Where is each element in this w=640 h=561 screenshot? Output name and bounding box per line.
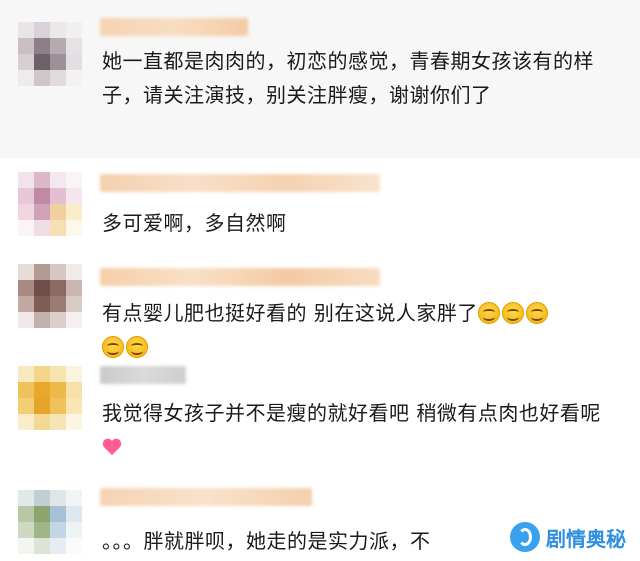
heart-icon (102, 439, 122, 457)
watermark-text: 剧情奥秘 (546, 526, 626, 551)
avatar[interactable] (18, 172, 82, 236)
comment-text: 有点婴儿肥也挺好看的 别在这说人家胖了 (102, 296, 612, 364)
comment-text-body: 有点婴儿肥也挺好看的 别在这说人家胖了 (102, 301, 478, 325)
comment-item: 她一直都是肉肉的，初恋的感觉，青春期女孩该有的样子，请关注演技，别关注胖瘦，谢谢… (0, 0, 640, 158)
username-blurred (100, 488, 312, 506)
logo-icon (510, 522, 540, 552)
username-blurred (100, 174, 380, 192)
smile-emoji-icon (126, 336, 148, 358)
comment-text: 她一直都是肉肉的，初恋的感觉，青春期女孩该有的样子，请关注演技，别关注胖瘦，谢谢… (102, 49, 594, 107)
comment-text: 我觉得女孩子并不是瘦的就好看吧 稍微有点肉也好看呢 (102, 396, 612, 464)
comment-item: 多可爱啊，多自然啊 (0, 158, 640, 254)
avatar[interactable] (18, 366, 82, 430)
avatar[interactable] (18, 22, 82, 86)
comment-text: 多可爱啊，多自然啊 (102, 211, 287, 235)
smile-emoji-icon (501, 302, 524, 324)
username-blurred (100, 268, 380, 286)
avatar[interactable] (18, 264, 82, 328)
comment-text-body: 我觉得女孩子并不是瘦的就好看吧 稍微有点肉也好看呢 (102, 401, 601, 425)
watermark: 剧情奥秘 (510, 519, 626, 555)
comment-item: 我觉得女孩子并不是瘦的就好看吧 稍微有点肉也好看呢 (0, 358, 640, 476)
smile-emoji-icon (525, 302, 548, 324)
username-blurred (100, 18, 248, 36)
username-blurred (100, 366, 186, 384)
comment-text: 。。。胖就胖呗，她走的是实力派，不 (102, 529, 431, 553)
smile-emoji-icon (477, 302, 500, 324)
avatar[interactable] (18, 490, 82, 554)
comment-item: 有点婴儿肥也挺好看的 别在这说人家胖了 (0, 254, 640, 358)
smile-emoji-icon (102, 336, 124, 358)
